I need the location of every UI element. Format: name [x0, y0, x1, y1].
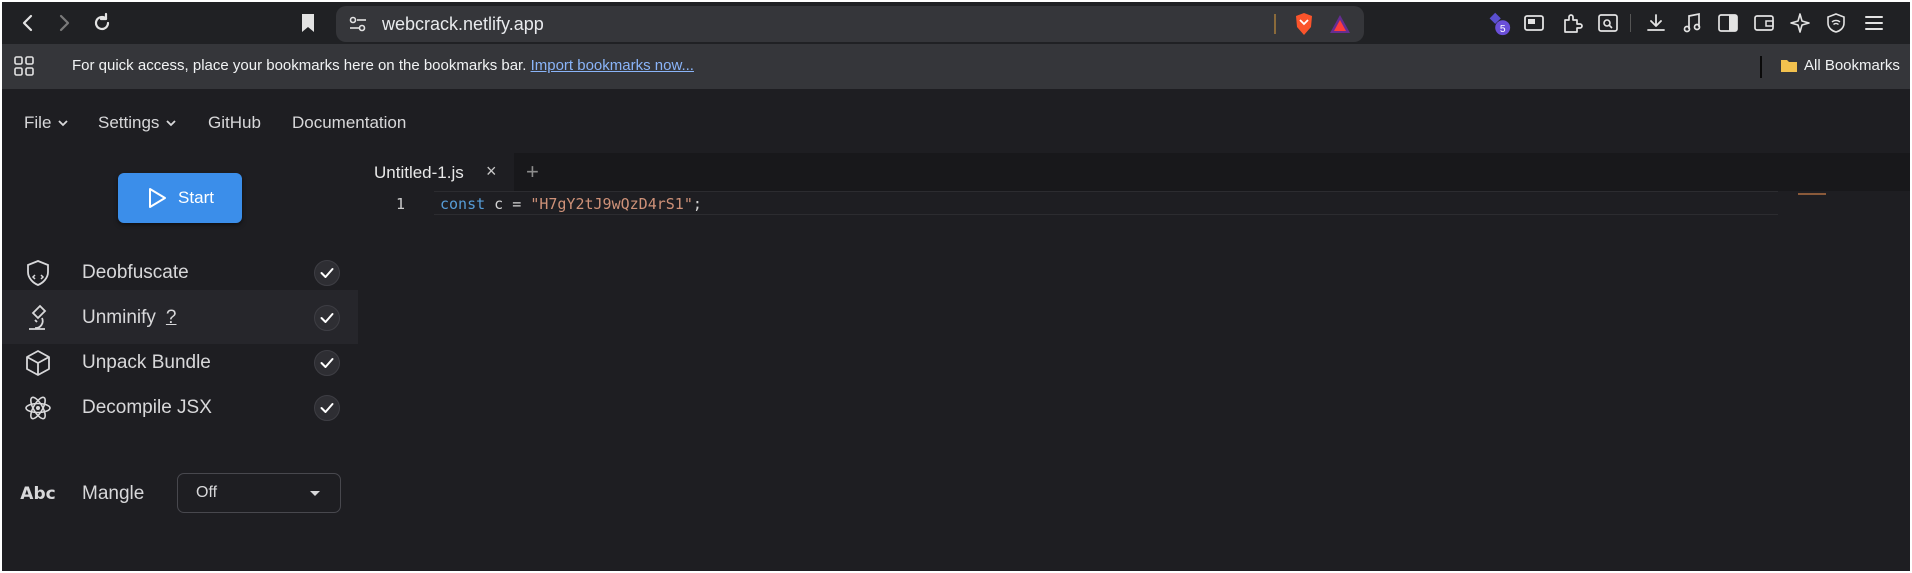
unpack-bundle-checkbox[interactable] [314, 350, 340, 376]
bookmarks-prompt: For quick access, place your bookmarks h… [72, 57, 694, 74]
code-editor[interactable]: Untitled-1.js × + 1 const c = "H7gY2tJ9w… [358, 153, 1910, 571]
abc-icon: Abc [20, 484, 56, 504]
bookmarks-divider [1760, 56, 1762, 78]
extensions-icon[interactable] [1558, 9, 1586, 37]
wallet-icon[interactable] [1750, 9, 1778, 37]
documentation-link[interactable]: Documentation [292, 113, 406, 133]
tab-label: Untitled-1.js [374, 163, 464, 182]
extension-badge-count: 5 [1500, 24, 1506, 35]
brave-shields-icon[interactable] [1290, 10, 1318, 38]
mangle-label: Mangle [82, 483, 145, 504]
file-menu-label: File [24, 113, 52, 132]
unminify-checkbox[interactable] [314, 305, 340, 331]
vpn-icon[interactable] [1822, 9, 1850, 37]
add-tab-icon[interactable]: + [526, 159, 539, 185]
unminify-help-link[interactable]: ? [166, 307, 177, 328]
option-label: Decompile JSX [82, 397, 212, 418]
toolbar-divider [1630, 14, 1631, 32]
option-label: Unminify? [82, 307, 176, 329]
app-menu-bar: File Settings GitHub Documentation [2, 89, 1910, 153]
deobfuscate-checkbox[interactable] [314, 260, 340, 286]
shield-code-icon [22, 257, 54, 289]
code-keyword: const [440, 195, 486, 213]
decompile-jsx-checkbox[interactable] [314, 395, 340, 421]
chevron-down-icon [58, 120, 69, 127]
brave-rewards-icon[interactable] [1326, 10, 1354, 38]
main-menu-icon[interactable] [1860, 9, 1888, 37]
address-bar[interactable]: webcrack.netlify.app [336, 6, 1364, 42]
side-panel-icon[interactable] [1714, 9, 1742, 37]
bookmarks-bar: For quick access, place your bookmarks h… [2, 44, 1910, 89]
folder-icon [1781, 60, 1797, 72]
settings-menu[interactable]: Settings [98, 113, 177, 133]
apps-grid-icon[interactable] [10, 52, 38, 80]
play-icon [149, 188, 167, 208]
github-link[interactable]: GitHub [208, 113, 261, 133]
editor-tab-bar: Untitled-1.js × + [358, 153, 1910, 191]
checkmark-icon [320, 313, 334, 323]
microscope-icon [22, 302, 54, 334]
extension-badge-icon[interactable]: 5 [1484, 9, 1512, 37]
react-atom-icon [22, 392, 54, 424]
option-label: Unpack Bundle [82, 352, 211, 373]
settings-menu-label: Settings [98, 113, 160, 132]
mangle-select-value: Off [196, 484, 218, 501]
forward-icon[interactable] [50, 9, 78, 37]
checkmark-icon [320, 403, 334, 413]
download-icon[interactable] [1642, 9, 1670, 37]
all-bookmarks-label: All Bookmarks [1804, 57, 1900, 74]
package-icon [22, 347, 54, 379]
code-identifier: c = [485, 195, 531, 213]
checkmark-icon [320, 358, 334, 368]
start-button[interactable]: Start [118, 173, 242, 223]
back-icon[interactable] [14, 9, 42, 37]
close-icon[interactable]: × [486, 161, 497, 182]
option-decompile-jsx[interactable]: Decompile JSX [2, 380, 358, 434]
code-line[interactable]: const c = "H7gY2tJ9wQzD4rS1"; [440, 195, 702, 213]
start-button-label: Start [178, 188, 214, 207]
mangle-select[interactable]: Off [177, 473, 341, 513]
file-menu[interactable]: File [24, 113, 69, 133]
sidebar-panel-icon[interactable] [1520, 9, 1548, 37]
browser-window: webcrack.netlify.app 5 For quick access,… [2, 2, 1910, 571]
media-music-icon[interactable] [1678, 9, 1706, 37]
line-number: 1 [396, 195, 406, 213]
import-bookmarks-link[interactable]: Import bookmarks now... [531, 57, 694, 74]
url-text[interactable]: webcrack.netlify.app [382, 14, 544, 35]
bookmark-icon[interactable] [294, 9, 322, 37]
tab-untitled-1[interactable]: Untitled-1.js × [358, 153, 514, 191]
all-bookmarks-button[interactable]: All Bookmarks [1780, 57, 1900, 74]
browser-toolbar: webcrack.netlify.app 5 [2, 2, 1910, 44]
option-label: Deobfuscate [82, 262, 189, 283]
caret-down-icon [310, 491, 320, 496]
code-string: "H7gY2tJ9wQzD4rS1" [530, 195, 693, 213]
minimap [1798, 193, 1826, 195]
checkmark-icon [320, 268, 334, 278]
reader-mode-icon[interactable] [1594, 9, 1622, 37]
site-settings-icon[interactable] [344, 10, 372, 38]
unminify-label: Unminify [82, 307, 156, 328]
url-divider [1274, 14, 1276, 34]
chevron-down-icon [166, 120, 177, 127]
bookmarks-prompt-text: For quick access, place your bookmarks h… [72, 57, 527, 74]
leo-ai-icon[interactable] [1786, 9, 1814, 37]
code-terminator: ; [692, 195, 702, 213]
options-sidebar: Start Deobfuscate Unminify? Unpack Bundl… [2, 153, 358, 571]
reload-icon[interactable] [88, 9, 116, 37]
